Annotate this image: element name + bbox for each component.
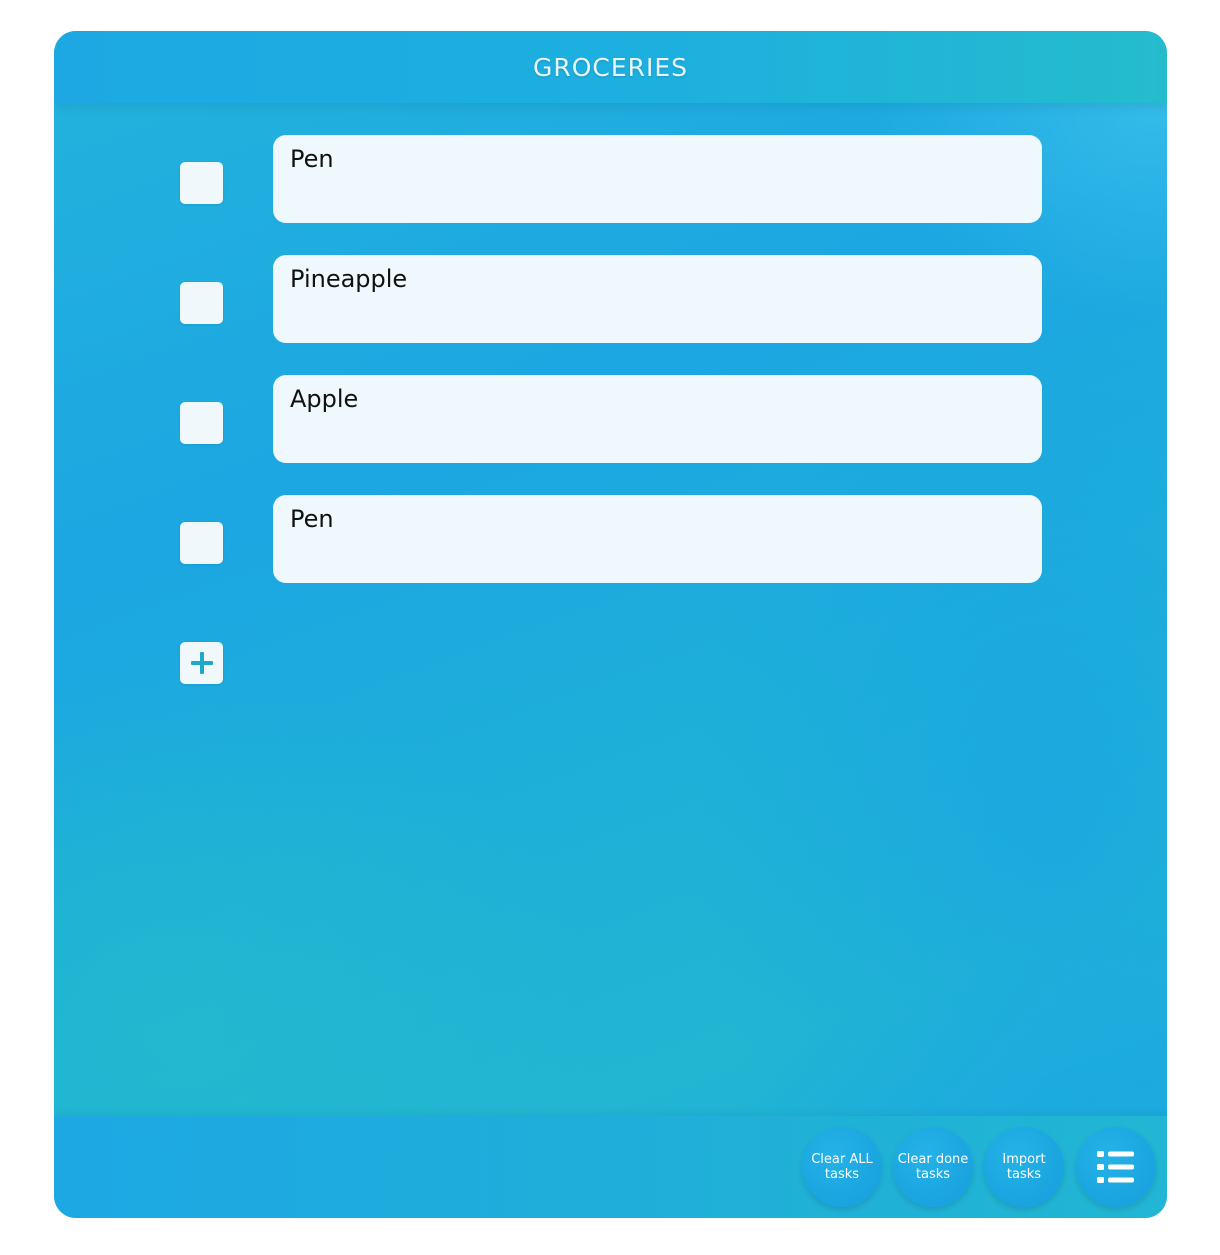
- task-input[interactable]: Apple: [273, 375, 1042, 463]
- button-label: tasks: [915, 1167, 951, 1182]
- button-label: Clear done: [897, 1152, 969, 1167]
- task-row: Pen: [54, 495, 1167, 583]
- button-label: tasks: [1006, 1167, 1042, 1182]
- import-tasks-button[interactable]: Import tasks: [984, 1127, 1064, 1207]
- add-task-button[interactable]: [180, 642, 223, 684]
- task-row: Apple: [54, 375, 1167, 463]
- plus-icon: [190, 652, 213, 674]
- button-label: Clear ALL: [811, 1152, 873, 1167]
- clear-done-tasks-button[interactable]: Clear done tasks: [893, 1127, 973, 1207]
- task-checkbox[interactable]: [180, 402, 223, 444]
- button-label: tasks: [824, 1167, 860, 1182]
- list-menu-button[interactable]: [1076, 1127, 1156, 1207]
- footer-toolbar: Clear ALL tasks Clear done tasks Import …: [54, 1116, 1167, 1218]
- task-input[interactable]: Pen: [273, 495, 1042, 583]
- task-checkbox[interactable]: [180, 282, 223, 324]
- page-title: GROCERIES: [532, 52, 689, 82]
- task-row: Pineapple: [54, 255, 1167, 343]
- todo-app: GROCERIES Pen Pineapple Apple Pen Clear …: [54, 31, 1167, 1218]
- task-checkbox[interactable]: [180, 522, 223, 564]
- button-label: Import: [1002, 1152, 1046, 1167]
- clear-all-tasks-button[interactable]: Clear ALL tasks: [802, 1127, 882, 1207]
- task-input[interactable]: Pineapple: [273, 255, 1042, 343]
- list-menu-icon: [1097, 1151, 1134, 1183]
- task-checkbox[interactable]: [180, 162, 223, 204]
- header: GROCERIES: [54, 31, 1167, 103]
- task-row: Pen: [54, 135, 1167, 223]
- task-input[interactable]: Pen: [273, 135, 1042, 223]
